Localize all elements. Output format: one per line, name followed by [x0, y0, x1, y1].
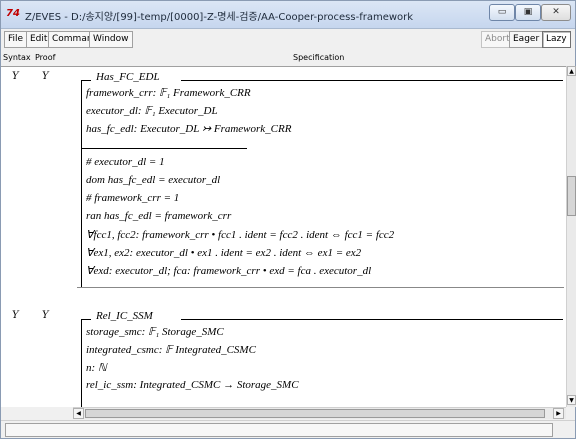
schema2-name: Rel_IC_SSM [96, 310, 153, 322]
lazy-button[interactable]: Lazy [542, 31, 571, 48]
schema2-decl-2: integrated_csmc: 𝔽 Integrated_CSMC [86, 344, 256, 356]
arrow-right-icon: ▶ [556, 410, 561, 417]
schema2-syntax-flag[interactable]: Y [12, 310, 19, 321]
arrow-left-icon: ◀ [76, 410, 81, 417]
minimize-icon: ▭ [497, 7, 507, 17]
window-title: Z/EVES - D:/송지양/[99]-temp/[0000]-Z-명세-검증… [25, 12, 414, 23]
schema1-bottom-rule [77, 287, 564, 288]
schema1-pred-3: # framework_crr = 1 [86, 192, 180, 204]
scroll-up-button[interactable]: ▲ [567, 66, 576, 76]
schema2-decl-1: storage_smc: 𝔽₁ Storage_SMC [86, 326, 224, 338]
menu-file[interactable]: File [4, 31, 28, 48]
schema1-top-left-rule [81, 80, 91, 81]
schema1-pred-1: # executor_dl = 1 [86, 156, 165, 168]
schema1-pred-5: ∀fcc1, fcc2: framework_crr • fcc1 . iden… [86, 229, 395, 241]
maximize-icon: ▣ [523, 7, 533, 17]
minimize-button[interactable]: ▭ [489, 4, 515, 21]
scroll-left-button[interactable]: ◀ [73, 408, 84, 419]
horizontal-scroll-thumb[interactable] [85, 409, 545, 418]
specification-column-header: Specification [293, 53, 345, 62]
column-header: Syntax Proof Specification [1, 52, 575, 65]
status-field [5, 423, 553, 437]
schema2-decl-3: n: ℕ [86, 362, 107, 374]
schema2-proof-flag[interactable]: Y [42, 310, 49, 321]
schema2-left-rule [81, 319, 82, 407]
zeves-app-icon: 74 [6, 8, 20, 19]
arrow-up-icon: ▲ [569, 68, 574, 75]
schema1-decl-1: framework_crr: 𝔽₁ Framework_CRR [86, 87, 251, 99]
schema2-top-left-rule [81, 319, 91, 320]
syntax-column-header: Syntax [3, 53, 31, 62]
close-button[interactable]: ✕ [541, 4, 571, 21]
schema1-pred-4: ran has_fc_edl = framework_crr [86, 210, 232, 222]
zeves-window: 74 Z/EVES - D:/송지양/[99]-temp/[0000]-Z-명세… [0, 0, 576, 439]
schema1-pred-7: ∀exd: executor_dl; fca: framework_crr • … [86, 265, 372, 277]
schema1-proof-flag[interactable]: Y [42, 71, 49, 82]
toolbar: File Edit Command Window Abort Eager Laz… [1, 29, 575, 49]
vertical-scrollbar[interactable]: ▲ ▼ [566, 66, 576, 407]
schema1-divider [81, 148, 247, 149]
schema1-top-right-rule [181, 80, 563, 81]
schema1-pred-2: dom has_fc_edl = executor_dl [86, 174, 221, 186]
schema2-decl-4: rel_ic_ssm: Integrated_CSMC → Storage_SM… [86, 379, 299, 391]
schema1-pred-6: ∀ex1, ex2: executor_dl • ex1 . ident = e… [86, 247, 362, 259]
scroll-right-button[interactable]: ▶ [553, 408, 564, 419]
schema2-top-right-rule [181, 319, 563, 320]
horizontal-scrollbar[interactable]: ◀ ▶ [73, 407, 566, 419]
schema1-decl-3: has_fc_edl: Executor_DL ↣ Framework_CRR [86, 123, 292, 135]
maximize-button[interactable]: ▣ [515, 4, 541, 21]
status-bar [1, 420, 575, 438]
title-bar[interactable]: 74 Z/EVES - D:/송지양/[99]-temp/[0000]-Z-명세… [1, 1, 575, 29]
arrow-down-icon: ▼ [569, 397, 574, 404]
vertical-scroll-thumb[interactable] [567, 176, 576, 216]
eager-button[interactable]: Eager [509, 31, 544, 48]
schema1-syntax-flag[interactable]: Y [12, 71, 19, 82]
menu-window[interactable]: Window [89, 31, 133, 48]
schema1-name: Has_FC_EDL [96, 71, 160, 83]
schema1-decl-2: executor_dl: 𝔽₁ Executor_DL [86, 105, 218, 117]
schema1-left-rule [81, 80, 82, 287]
proof-column-header: Proof [35, 53, 56, 62]
scroll-down-button[interactable]: ▼ [567, 395, 576, 405]
close-icon: ✕ [552, 7, 560, 17]
